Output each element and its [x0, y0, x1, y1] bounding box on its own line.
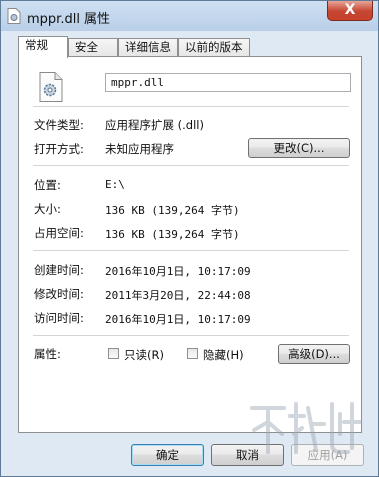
accessed-label: 访问时间: [34, 311, 84, 325]
general-panel: mppr.dll 文件类型: 应用程序扩展 (.dll) 打开方式: 未知应用程… [18, 56, 362, 433]
change-button[interactable]: 更改(C)... [248, 138, 350, 158]
hidden-checkbox-box[interactable] [187, 348, 198, 359]
type-label: 文件类型: [34, 118, 84, 132]
attributes-label: 属性: [34, 347, 61, 361]
divider [33, 250, 349, 251]
size-value: 136 KB (139,264 字节) [105, 204, 240, 217]
tab-previous-versions[interactable]: 以前的版本 [178, 38, 250, 56]
window-title: mppr.dll 属性 [27, 12, 111, 27]
modified-label: 修改时间: [34, 287, 84, 301]
filename-field[interactable]: mppr.dll [105, 73, 351, 92]
opens-with-value: 未知应用程序 [105, 142, 174, 156]
size-on-disk-label: 占用空间: [34, 226, 84, 240]
created-value: 2016年10月1日, 10:17:09 [105, 265, 251, 278]
readonly-label[interactable]: 只读(R) [124, 347, 164, 363]
close-icon: X [344, 2, 356, 18]
advanced-button[interactable]: 高级(D)... [278, 344, 350, 364]
opens-with-label: 打开方式: [34, 142, 84, 156]
type-value: 应用程序扩展 (.dll) [105, 118, 204, 132]
hidden-label[interactable]: 隐藏(H) [203, 347, 244, 363]
ok-button[interactable]: 确定 [131, 444, 204, 466]
size-on-disk-value: 136 KB (139,264 字节) [105, 228, 240, 241]
tab-security[interactable]: 安全 [68, 38, 118, 56]
divider [33, 106, 349, 107]
readonly-checkbox-box[interactable] [108, 348, 119, 359]
properties-window: mppr.dll 属性 X 常规 安全 详细信息 以前的版本 mppr.dll … [0, 0, 379, 477]
created-label: 创建时间: [34, 263, 84, 277]
dll-file-icon [7, 8, 21, 24]
modified-value: 2011年3月20日, 22:44:08 [105, 289, 251, 302]
title-bar[interactable]: mppr.dll 属性 X [1, 1, 378, 31]
watermark-logo [250, 402, 362, 454]
location-label: 位置: [34, 178, 61, 192]
divider [33, 335, 349, 336]
divider [33, 165, 349, 166]
accessed-value: 2016年10月1日, 10:17:09 [105, 313, 251, 326]
close-button[interactable]: X [327, 1, 373, 21]
dll-gear-file-icon [39, 72, 63, 102]
size-label: 大小: [34, 202, 61, 216]
location-value: E:\ [105, 178, 125, 191]
tab-general[interactable]: 常规 [18, 36, 68, 58]
tab-details[interactable]: 详细信息 [118, 38, 178, 56]
